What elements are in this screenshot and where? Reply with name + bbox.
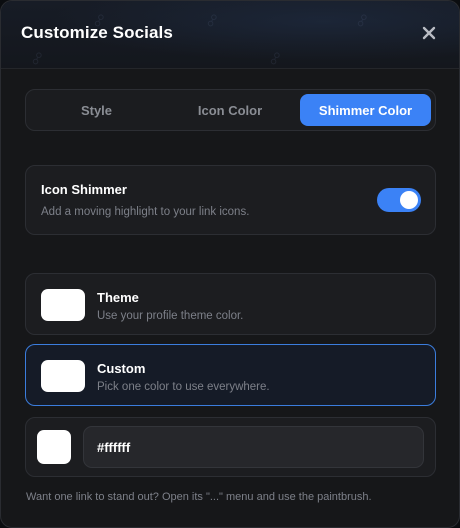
link-icon: ☍: [265, 48, 285, 69]
tab-bar: Style Icon Color Shimmer Color: [25, 89, 436, 131]
link-icon: ☍: [27, 48, 47, 69]
toggle-knob: [400, 191, 418, 209]
modal-header: ☍ ☍ ☍ ☍ ☍ Customize Socials: [1, 1, 459, 69]
theme-option[interactable]: Theme Use your profile theme color.: [25, 273, 436, 335]
color-picker-swatch[interactable]: [37, 430, 71, 464]
close-icon: [422, 26, 436, 40]
hex-color-input[interactable]: [83, 426, 424, 468]
customize-socials-modal: ☍ ☍ ☍ ☍ ☍ Customize Socials Style Icon C…: [0, 0, 460, 528]
footer-hint: Want one link to stand out? Open its "..…: [26, 491, 372, 503]
modal-title: Customize Socials: [21, 23, 173, 42]
custom-option-title: Custom: [97, 361, 146, 376]
custom-option-description: Pick one color to use everywhere.: [97, 381, 270, 393]
link-icon: ☍: [202, 10, 222, 31]
theme-option-description: Use your profile theme color.: [97, 310, 244, 322]
close-button[interactable]: [419, 23, 439, 43]
tab-icon-color[interactable]: Icon Color: [163, 94, 297, 126]
icon-shimmer-description: Add a moving highlight to your link icon…: [41, 206, 250, 218]
icon-shimmer-card: Icon Shimmer Add a moving highlight to y…: [25, 165, 436, 235]
icon-shimmer-toggle[interactable]: [377, 188, 421, 212]
theme-color-swatch: [41, 289, 85, 321]
icon-shimmer-title: Icon Shimmer: [41, 182, 127, 197]
custom-color-swatch: [41, 360, 85, 392]
tab-shimmer-color[interactable]: Shimmer Color: [300, 94, 431, 126]
theme-option-title: Theme: [97, 290, 139, 305]
color-picker-row: [25, 417, 436, 477]
tab-style[interactable]: Style: [30, 94, 163, 126]
custom-option[interactable]: Custom Pick one color to use everywhere.: [25, 344, 436, 406]
link-icon: ☍: [352, 10, 372, 31]
